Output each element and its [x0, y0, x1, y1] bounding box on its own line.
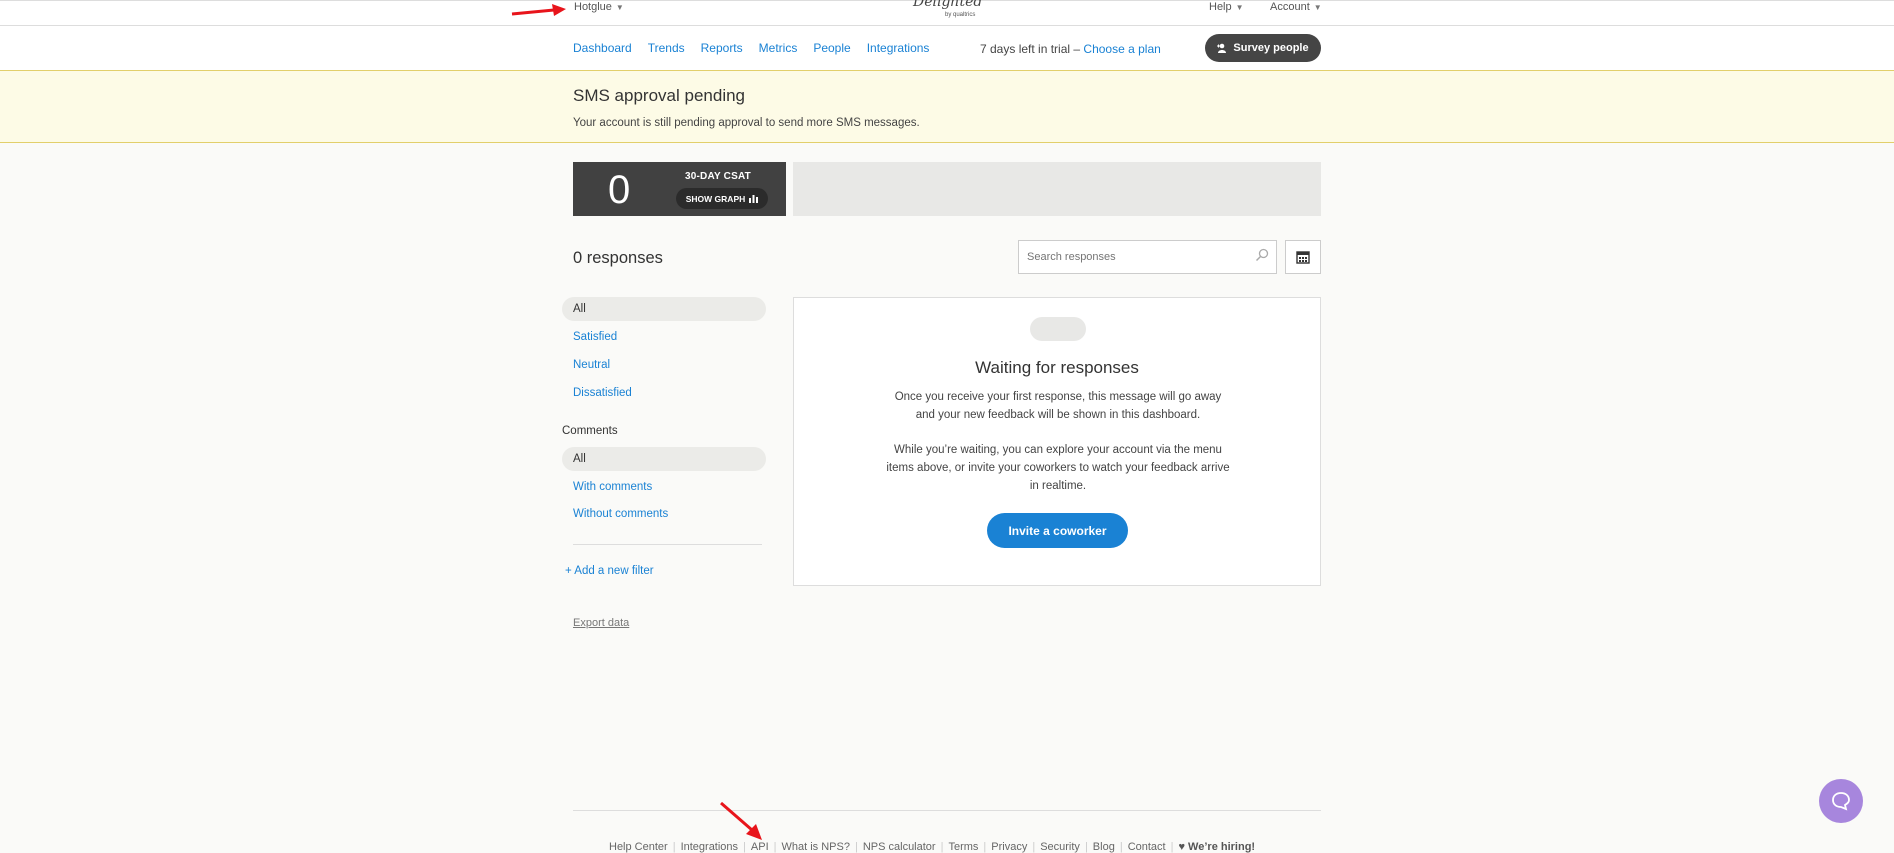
filter-with-comments-link[interactable]: With comments	[573, 481, 652, 493]
person-plus-icon	[1217, 43, 1227, 53]
export-data-link[interactable]: Export data	[573, 617, 629, 629]
chevron-down-icon: ▼	[615, 2, 624, 12]
waiting-card: Waiting for responses Once you receive y…	[793, 297, 1321, 586]
nav-reports[interactable]: Reports	[701, 41, 743, 55]
footer-contact[interactable]: Contact	[1128, 841, 1166, 853]
search-input[interactable]	[1018, 240, 1277, 274]
chat-icon	[1832, 792, 1850, 811]
nav-trends[interactable]: Trends	[648, 41, 685, 55]
placeholder-pill	[1030, 317, 1086, 341]
comments-filter-all[interactable]: All	[562, 447, 766, 471]
sidebar-divider	[573, 544, 762, 545]
filter-satisfied[interactable]: Satisfied	[562, 325, 766, 349]
footer-api[interactable]: API	[751, 841, 769, 853]
graph-placeholder	[793, 162, 1321, 216]
filter-neutral[interactable]: Neutral	[562, 353, 766, 377]
help-menu[interactable]: Help ▼	[1209, 1, 1244, 13]
top-bar: Hotglue ▼ Delighted by qualtrics Help ▼ …	[0, 0, 1894, 26]
bar-chart-icon	[749, 195, 759, 203]
chevron-down-icon: ▼	[1313, 2, 1322, 12]
invite-coworker-button[interactable]: Invite a coworker	[987, 513, 1128, 548]
survey-people-label: Survey people	[1233, 42, 1309, 54]
calendar-icon	[1296, 251, 1310, 264]
nav-people[interactable]: People	[813, 41, 850, 55]
responses-count: 0 responses	[573, 249, 663, 267]
search-icon[interactable]	[1255, 248, 1269, 262]
filter-dissatisfied-link[interactable]: Dissatisfied	[573, 387, 632, 399]
choose-plan-link[interactable]: Choose a plan	[1083, 42, 1160, 56]
comments-section-label: Comments	[562, 425, 618, 437]
filter-dissatisfied[interactable]: Dissatisfied	[562, 381, 766, 405]
banner-title: SMS approval pending	[573, 86, 746, 105]
show-graph-button[interactable]: SHOW GRAPH	[676, 188, 768, 209]
nav-links: Dashboard Trends Reports Metrics People …	[573, 41, 945, 55]
waiting-message-1: Once you receive your first response, th…	[894, 391, 1222, 421]
csat-label: 30-DAY CSAT	[685, 171, 751, 182]
footer-blog[interactable]: Blog	[1093, 841, 1115, 853]
svg-text:Delighted: Delighted	[912, 0, 982, 10]
footer-privacy[interactable]: Privacy	[991, 841, 1027, 853]
org-name: Hotglue	[574, 1, 612, 13]
footer-divider	[573, 810, 1321, 811]
footer-hiring[interactable]: ♥ We’re hiring!	[1178, 841, 1255, 853]
trial-notice: 7 days left in trial – Choose a plan	[980, 42, 1161, 56]
sms-banner: SMS approval pending Your account is sti…	[0, 71, 1894, 143]
annotation-arrow-icon	[511, 4, 566, 16]
date-filter-button[interactable]	[1285, 240, 1321, 274]
org-switcher[interactable]: Hotglue ▼	[574, 1, 624, 13]
footer-links: Help Center | Integrations | API | What is …	[609, 841, 1256, 853]
main-nav: Dashboard Trends Reports Metrics People …	[0, 26, 1894, 71]
csat-value: 0	[608, 168, 631, 212]
waiting-message-2: While you’re waiting, you can explore yo…	[886, 444, 1230, 492]
delighted-logo[interactable]: Delighted by qualtrics	[905, 0, 985, 18]
footer-terms[interactable]: Terms	[948, 841, 978, 853]
filter-satisfied-link[interactable]: Satisfied	[573, 331, 617, 343]
filter-without-comments-link[interactable]: Without comments	[573, 508, 668, 520]
filter-neutral-link[interactable]: Neutral	[573, 359, 610, 371]
filter-all[interactable]: All	[562, 297, 766, 321]
csat-widget: 0 30-DAY CSAT SHOW GRAPH	[573, 162, 786, 216]
footer-what-is-nps[interactable]: What is NPS?	[782, 841, 850, 853]
annotation-arrow-icon	[720, 801, 762, 840]
waiting-title: Waiting for responses	[975, 358, 1139, 377]
nav-dashboard[interactable]: Dashboard	[573, 41, 632, 55]
nav-integrations[interactable]: Integrations	[867, 41, 930, 55]
chevron-down-icon: ▼	[1235, 2, 1244, 12]
add-filter-link[interactable]: + Add a new filter	[565, 565, 654, 577]
chat-launcher[interactable]	[1819, 779, 1863, 823]
footer-security[interactable]: Security	[1040, 841, 1080, 853]
trial-text: 7 days left in trial –	[980, 42, 1081, 56]
footer-integrations[interactable]: Integrations	[681, 841, 738, 853]
show-graph-label: SHOW GRAPH	[685, 193, 746, 204]
survey-people-button[interactable]: Survey people	[1205, 34, 1321, 62]
footer-help-center[interactable]: Help Center	[609, 841, 668, 853]
account-label: Account	[1270, 1, 1310, 13]
filter-with-comments[interactable]: With comments	[562, 475, 766, 499]
footer-nps-calculator[interactable]: NPS calculator	[863, 841, 936, 853]
help-label: Help	[1209, 1, 1232, 13]
nav-metrics[interactable]: Metrics	[759, 41, 798, 55]
svg-text:by qualtrics: by qualtrics	[945, 12, 975, 18]
banner-message: Your account is still pending approval t…	[573, 117, 920, 129]
filter-without-comments[interactable]: Without comments	[562, 502, 766, 526]
account-menu[interactable]: Account ▼	[1270, 1, 1322, 13]
